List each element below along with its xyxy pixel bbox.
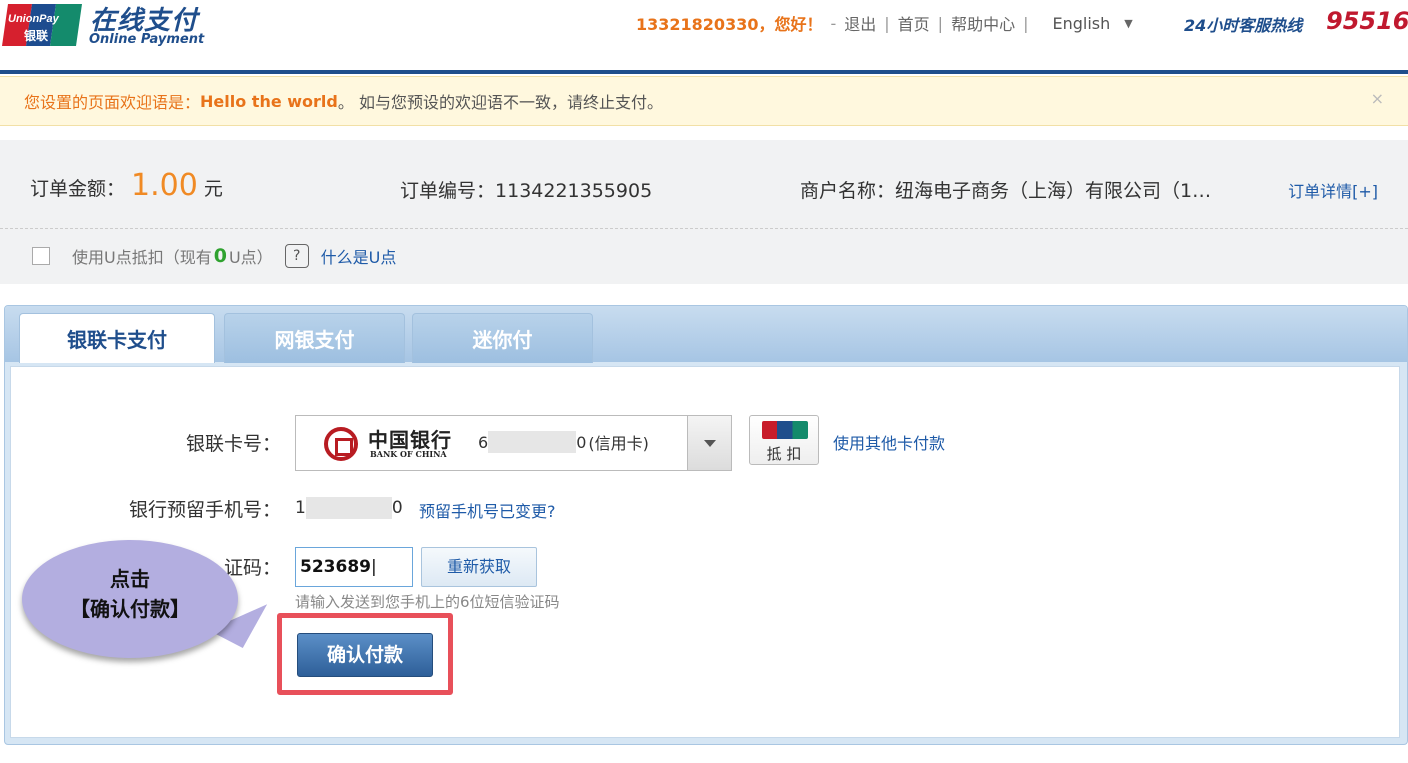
merchant-name: 商户名称： 纽海电子商务（上海）有限公司（1… bbox=[800, 176, 1211, 203]
logo-brand: UnionPay bbox=[8, 13, 60, 25]
card-select[interactable]: 中国银行 BANK OF CHINA 6 0 (信用卡) bbox=[295, 415, 732, 471]
order-detail-link[interactable]: 订单详情[+] bbox=[1288, 178, 1378, 202]
upoint-row: 使用U点抵扣（现有 0 U点） ? 什么是U点 bbox=[32, 244, 396, 268]
masked-digits bbox=[488, 431, 577, 453]
divider bbox=[0, 228, 1408, 229]
unionpay-logo: UnionPay 银联 bbox=[2, 4, 82, 46]
masked-digits bbox=[305, 497, 392, 519]
separator: | bbox=[884, 13, 890, 33]
language-select[interactable]: English bbox=[1052, 14, 1110, 33]
tab-mini-pay[interactable]: 迷你付 bbox=[412, 313, 593, 363]
unionpay-wallet-icon bbox=[762, 421, 808, 439]
order-amount: 订单金额： 1.00 元 bbox=[30, 168, 223, 203]
phone-label: 银行预留手机号： bbox=[128, 499, 281, 521]
phone-last-digit: 0 bbox=[391, 498, 403, 518]
order-summary: 订单金额： 1.00 元 订单编号： 1134221355905 商户名称： 纽… bbox=[0, 140, 1408, 284]
callout-text: 点击 【确认付款】 bbox=[22, 564, 238, 624]
discount-button[interactable]: 抵 扣 bbox=[749, 415, 819, 465]
header-divider bbox=[0, 70, 1408, 74]
callout-line1: 点击 bbox=[110, 567, 150, 591]
tab-bar: 银联卡支付 网银支付 迷你付 bbox=[5, 306, 1407, 363]
upoint-unit: U点） bbox=[228, 248, 273, 267]
sms-code-hint: 请输入发送到您手机上的6位短信验证码 bbox=[295, 593, 560, 611]
card-first-digit: 6 bbox=[478, 432, 489, 452]
welcome-notice: 您设置的页面欢迎语是： Hello the world 。 如与您预设的欢迎语不… bbox=[0, 76, 1408, 126]
discount-label: 抵 扣 bbox=[766, 445, 802, 463]
currency: 元 bbox=[203, 178, 223, 200]
hotline-label: 24小时客服热线 bbox=[1184, 16, 1303, 35]
bank-of-china-icon bbox=[324, 427, 358, 461]
order-number-label: 订单编号： bbox=[400, 180, 496, 202]
separator: | bbox=[1023, 13, 1029, 33]
card-last-digit: 0 bbox=[576, 432, 587, 452]
chevron-down-icon[interactable] bbox=[687, 416, 731, 470]
confirm-payment-button[interactable]: 确认付款 bbox=[297, 633, 433, 677]
hotline-number: 95516 bbox=[1326, 7, 1408, 35]
notice-suffix: 。 如与您预设的欢迎语不一致，请终止支付。 bbox=[337, 93, 663, 112]
help-link[interactable]: 帮助中心 bbox=[951, 11, 1015, 35]
top-nav: 13321820330，您好！ - 退出 | 首页 | 帮助中心 | Engli… bbox=[636, 10, 1133, 36]
upoint-count: 0 bbox=[213, 245, 227, 267]
reserved-phone: 1 0 bbox=[295, 497, 403, 519]
callout-line2: 【确认付款】 bbox=[70, 597, 190, 621]
amount-value: 1.00 bbox=[131, 168, 198, 203]
close-icon[interactable]: × bbox=[1371, 89, 1384, 108]
card-number-label: 银联卡号： bbox=[185, 433, 281, 455]
phone-first-digit: 1 bbox=[295, 498, 306, 518]
callout-bubble: 点击 【确认付款】 bbox=[22, 540, 280, 658]
separator: | bbox=[937, 13, 944, 33]
tab-online-banking[interactable]: 网银支付 bbox=[224, 313, 405, 363]
sms-code-value: 523689 bbox=[300, 557, 371, 577]
help-icon[interactable]: ? bbox=[284, 244, 309, 268]
site-subtitle: Online Payment bbox=[89, 32, 205, 47]
card-number: 6 0 (信用卡) bbox=[478, 430, 649, 454]
upoint-checkbox[interactable] bbox=[32, 247, 50, 265]
upoint-text: 使用U点抵扣（现有 bbox=[72, 248, 212, 267]
bank-name-en: BANK OF CHINA bbox=[370, 449, 447, 459]
tab-unionpay-card[interactable]: 银联卡支付 bbox=[19, 313, 215, 363]
use-other-card-link[interactable]: 使用其他卡付款 bbox=[833, 430, 945, 454]
chevron-down-icon[interactable]: ▼ bbox=[1124, 17, 1132, 30]
logo-sub: 银联 bbox=[24, 28, 48, 43]
card-type: (信用卡) bbox=[588, 434, 649, 453]
separator: - bbox=[830, 13, 837, 33]
order-number-value: 1134221355905 bbox=[495, 180, 653, 202]
logout-link[interactable]: 退出 bbox=[844, 11, 876, 35]
phone-changed-link[interactable]: 预留手机号已变更? bbox=[419, 498, 556, 522]
header: UnionPay 银联 在线支付 Online Payment 13321820… bbox=[0, 0, 1408, 72]
notice-prefix: 您设置的页面欢迎语是： bbox=[24, 93, 201, 112]
what-is-upoint-link[interactable]: 什么是U点 bbox=[321, 244, 397, 268]
notice-greeting: Hello the world bbox=[200, 91, 338, 111]
payment-panel: 银联卡支付 网银支付 迷你付 银联卡号： 中国银行 BANK OF CHINA … bbox=[4, 305, 1408, 745]
user-greeting: 13321820330，您好！ bbox=[636, 15, 823, 34]
resend-code-button[interactable]: 重新获取 bbox=[421, 547, 537, 587]
amount-label: 订单金额： bbox=[30, 178, 126, 200]
order-number: 订单编号： 1134221355905 bbox=[400, 176, 652, 203]
merchant-value: 纽海电子商务（上海）有限公司（1… bbox=[895, 180, 1212, 202]
sms-code-input[interactable]: 523689| bbox=[295, 547, 413, 587]
home-link[interactable]: 首页 bbox=[898, 11, 930, 35]
merchant-label: 商户名称： bbox=[800, 180, 896, 202]
